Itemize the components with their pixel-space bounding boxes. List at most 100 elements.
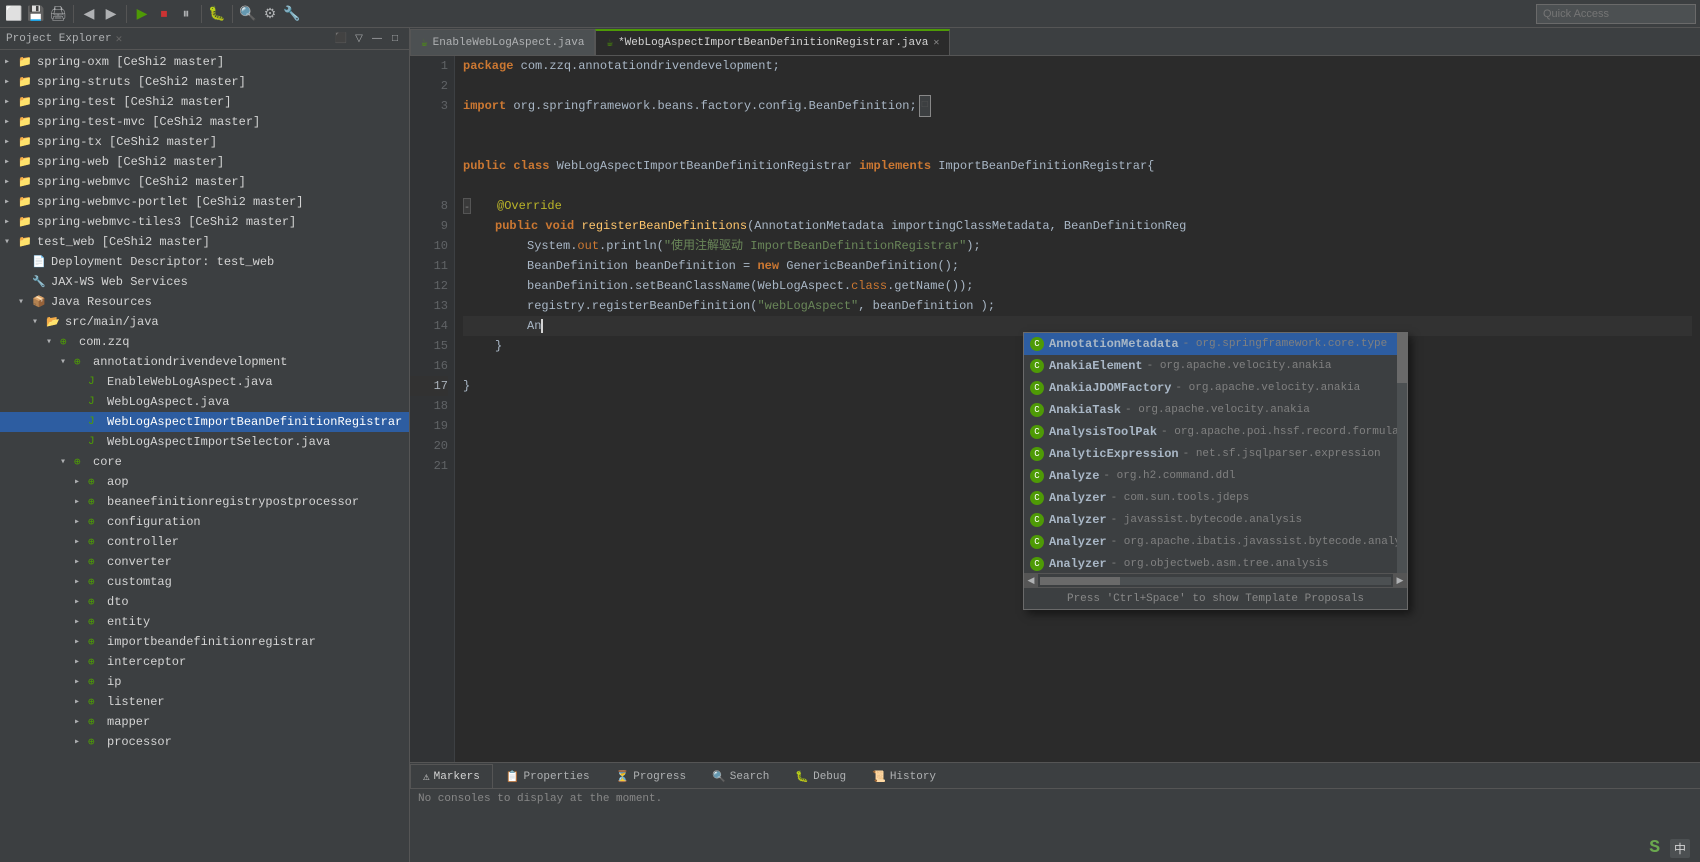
explorer-maximize-btn[interactable]: □	[387, 31, 403, 47]
toolbar-btn-print[interactable]: 🖨	[48, 4, 68, 24]
tree-item-spring-struts[interactable]: ▸📁spring-struts [CeShi2 master]	[0, 72, 409, 92]
tree-item-importbeandefinitionregistrar[interactable]: ▸⊕importbeandefinitionregistrar	[0, 632, 409, 652]
tree-item-java-resources[interactable]: ▾📦Java Resources	[0, 292, 409, 312]
tab-registrar-label: *WebLogAspectImportBeanDefinitionRegistr…	[618, 37, 928, 49]
bottom-tab-progress[interactable]: ⏳ Progress	[603, 764, 700, 788]
bottom-tab-history[interactable]: 📜 History	[859, 764, 949, 788]
autocomplete-dropdown[interactable]: C AnnotationMetadata - org.springframewo…	[1023, 332, 1408, 610]
bottom-tab-search[interactable]: 🔍 Search	[699, 764, 782, 788]
tree-item-ip[interactable]: ▸⊕ip	[0, 672, 409, 692]
tree-arrow-spring-webmvc-portlet: ▸	[4, 196, 18, 208]
autocomplete-item-9[interactable]: C Analyzer - org.apache.ibatis.javassist…	[1024, 531, 1397, 553]
explorer-minimize-btn[interactable]: —	[369, 31, 385, 47]
toolbar-btn-forward[interactable]: ▶	[101, 4, 121, 24]
tree-label-spring-webmvc-tiles3: spring-webmvc-tiles3 [CeShi2 master]	[37, 215, 296, 229]
autocomplete-hscroll[interactable]: ◀ ▶	[1024, 573, 1407, 587]
tree-label-spring-webmvc-portlet: spring-webmvc-portlet [CeShi2 master]	[37, 195, 303, 209]
autocomplete-hscroll-left[interactable]: ◀	[1024, 574, 1038, 588]
tree-item-core[interactable]: ▾⊕core	[0, 452, 409, 472]
code-line-3: import org.springframework.beans.factory…	[463, 96, 1692, 116]
tree-item-spring-web[interactable]: ▸📁spring-web [CeShi2 master]	[0, 152, 409, 172]
tree-item-deployment-descriptor[interactable]: 📄Deployment Descriptor: test_web	[0, 252, 409, 272]
tree-item-spring-test-mvc[interactable]: ▸📁spring-test-mvc [CeShi2 master]	[0, 112, 409, 132]
tree-item-com-zzq[interactable]: ▾⊕com.zzq	[0, 332, 409, 352]
tree-arrow-beaneefinitionregistrypostprocessor: ▸	[74, 496, 88, 508]
autocomplete-item-2[interactable]: C AnakiaJDOMFactory - org.apache.velocit…	[1024, 377, 1397, 399]
autocomplete-item-4[interactable]: C AnalysisToolPak - org.apache.poi.hssf.…	[1024, 421, 1397, 443]
tree-label-spring-webmvc: spring-webmvc [CeShi2 master]	[37, 175, 246, 189]
tree-item-controller[interactable]: ▸⊕controller	[0, 532, 409, 552]
separator-2	[126, 5, 127, 23]
tree-item-annotationdrivendevelopment[interactable]: ▾⊕annotationdrivendevelopment	[0, 352, 409, 372]
code-content[interactable]: package com.zzq.annotationdrivendevelopm…	[455, 56, 1700, 762]
toolbar-btn-search[interactable]: 🔍	[238, 4, 258, 24]
tree-icon-processor: ⊕	[88, 735, 104, 749]
tree-arrow-com-zzq: ▾	[46, 336, 60, 348]
tree-item-WebLogAspectImportBeanDefinitionRegistrar[interactable]: JWebLogAspectImportBeanDefinitionRegistr…	[0, 412, 409, 432]
project-explorer-title: Project Explorer	[6, 33, 112, 45]
toolbar-btn-pause[interactable]: ⏸	[176, 4, 196, 24]
toolbar-btn-stop[interactable]: ⏹	[154, 4, 174, 24]
autocomplete-item-0[interactable]: C AnnotationMetadata - org.springframewo…	[1024, 333, 1397, 355]
tree-item-converter[interactable]: ▸⊕converter	[0, 552, 409, 572]
bottom-tab-debug[interactable]: 🐛 Debug	[782, 764, 859, 788]
toolbar-btn-new[interactable]: ⬜	[4, 4, 24, 24]
tree-icon-WebLogAspect: J	[88, 396, 104, 408]
lang-indicator: 中	[1670, 839, 1690, 858]
tree-item-spring-webmvc-portlet[interactable]: ▸📁spring-webmvc-portlet [CeShi2 master]	[0, 192, 409, 212]
tree-item-WebLogAspect[interactable]: JWebLogAspect.java	[0, 392, 409, 412]
tree-item-listener[interactable]: ▸⊕listener	[0, 692, 409, 712]
toolbar-btn-build[interactable]: 🔧	[282, 4, 302, 24]
autocomplete-item-1[interactable]: C AnakiaElement - org.apache.velocity.an…	[1024, 355, 1397, 377]
separator-3	[201, 5, 202, 23]
bottom-tab-markers[interactable]: ⚠ Markers	[410, 764, 493, 788]
autocomplete-item-3[interactable]: C AnakiaTask - org.apache.velocity.anaki…	[1024, 399, 1397, 421]
autocomplete-icon-9: C	[1030, 535, 1044, 549]
toolbar-btn-settings[interactable]: ⚙	[260, 4, 280, 24]
tree-item-spring-test[interactable]: ▸📁spring-test [CeShi2 master]	[0, 92, 409, 112]
autocomplete-hscroll-right[interactable]: ▶	[1393, 574, 1407, 588]
tree-item-configuration[interactable]: ▸⊕configuration	[0, 512, 409, 532]
tree-item-jax-ws[interactable]: 🔧JAX-WS Web Services	[0, 272, 409, 292]
tree-item-mapper[interactable]: ▸⊕mapper	[0, 712, 409, 732]
tree-item-customtag[interactable]: ▸⊕customtag	[0, 572, 409, 592]
tree-icon-spring-test-mvc: 📁	[18, 115, 34, 129]
tree-arrow-spring-test: ▸	[4, 96, 18, 108]
tree-item-interceptor[interactable]: ▸⊕interceptor	[0, 652, 409, 672]
tree-item-spring-webmvc-tiles3[interactable]: ▸📁spring-webmvc-tiles3 [CeShi2 master]	[0, 212, 409, 232]
tree-item-WebLogAspectImportSelector[interactable]: JWebLogAspectImportSelector.java	[0, 432, 409, 452]
tree-item-entity[interactable]: ▸⊕entity	[0, 612, 409, 632]
tab-close-icon[interactable]: ✕	[933, 37, 939, 49]
tree-item-beaneefinitionregistrypostprocessor[interactable]: ▸⊕beaneefinitionregistrypostprocessor	[0, 492, 409, 512]
autocomplete-item-10[interactable]: C Analyzer - org.objectweb.asm.tree.anal…	[1024, 553, 1397, 573]
tree-icon-converter: ⊕	[88, 555, 104, 569]
tree-item-processor[interactable]: ▸⊕processor	[0, 732, 409, 752]
autocomplete-scrollbar[interactable]	[1397, 333, 1407, 573]
autocomplete-item-8[interactable]: C Analyzer - javassist.bytecode.analysis	[1024, 509, 1397, 531]
tree-label-com-zzq: com.zzq	[79, 335, 129, 349]
tree-item-dto[interactable]: ▸⊕dto	[0, 592, 409, 612]
bottom-tab-properties[interactable]: 📋 Properties	[493, 764, 603, 788]
tree-item-EnableWebLogAspect[interactable]: JEnableWebLogAspect.java	[0, 372, 409, 392]
tree-item-spring-webmvc[interactable]: ▸📁spring-webmvc [CeShi2 master]	[0, 172, 409, 192]
toolbar-btn-debug[interactable]: 🐛	[207, 4, 227, 24]
tab-enable-weblog[interactable]: ☕ EnableWebLogAspect.java	[410, 29, 595, 55]
autocomplete-item-5[interactable]: C AnalyticExpression - net.sf.jsqlparser…	[1024, 443, 1397, 465]
tree-item-src-main-java[interactable]: ▾📂src/main/java	[0, 312, 409, 332]
toolbar-btn-run[interactable]: ▶	[132, 4, 152, 24]
tree-item-aop[interactable]: ▸⊕aop	[0, 472, 409, 492]
text-cursor	[541, 319, 543, 333]
autocomplete-item-7[interactable]: C Analyzer - com.sun.tools.jdeps	[1024, 487, 1397, 509]
tree-item-test_web[interactable]: ▾📁test_web [CeShi2 master]	[0, 232, 409, 252]
project-tree[interactable]: ▸📁spring-oxm [CeShi2 master]▸📁spring-str…	[0, 50, 409, 862]
toolbar-btn-save[interactable]: 💾	[26, 4, 46, 24]
tab-weblogaspect-registrar[interactable]: ☕ *WebLogAspectImportBeanDefinitionRegis…	[595, 29, 950, 55]
explorer-collapse-btn[interactable]: ⬛	[333, 31, 349, 47]
tree-item-spring-oxm[interactable]: ▸📁spring-oxm [CeShi2 master]	[0, 52, 409, 72]
explorer-menu-btn[interactable]: ▽	[351, 31, 367, 47]
search-icon: 🔍	[712, 770, 726, 784]
toolbar-btn-back[interactable]: ◀	[79, 4, 99, 24]
tree-item-spring-tx[interactable]: ▸📁spring-tx [CeShi2 master]	[0, 132, 409, 152]
autocomplete-item-6[interactable]: C Analyze - org.h2.command.ddl	[1024, 465, 1397, 487]
quick-access-input[interactable]	[1536, 4, 1696, 24]
